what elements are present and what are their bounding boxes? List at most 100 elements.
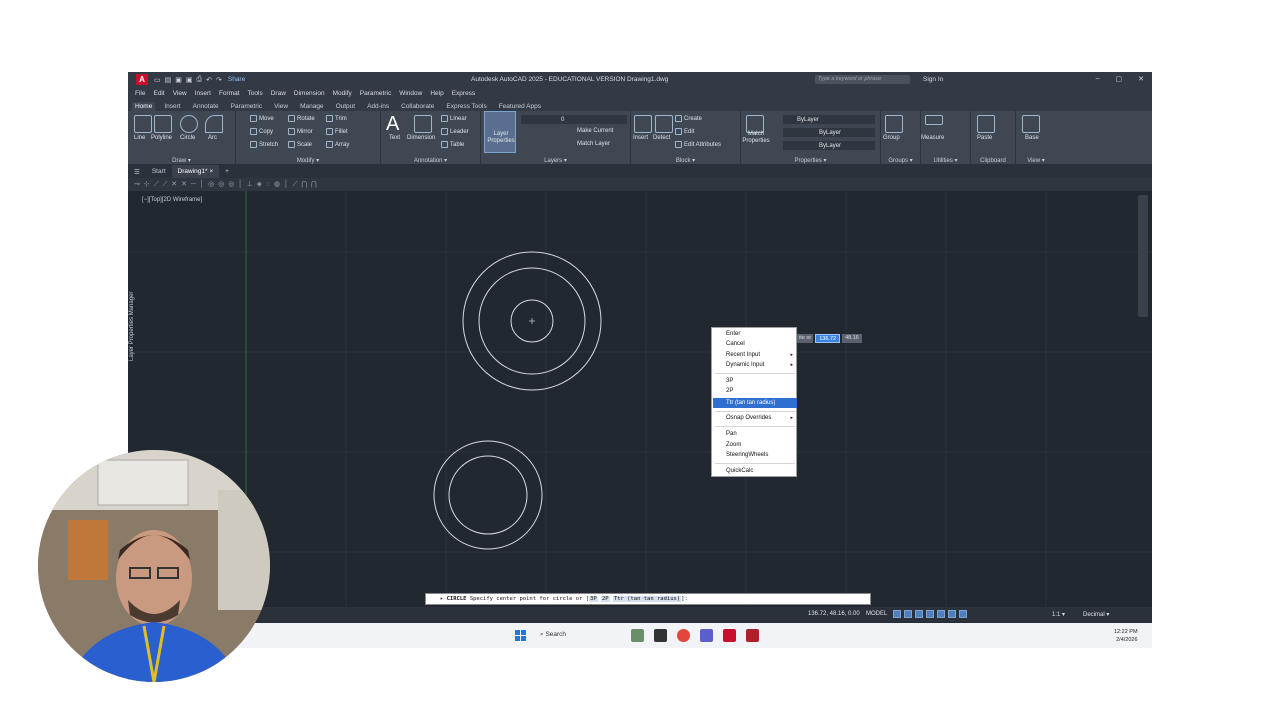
osnap-toggle-icon[interactable] [937,610,945,618]
sign-in-button[interactable]: Sign In [923,76,943,83]
polyline-icon[interactable] [154,115,172,133]
tab-manage[interactable]: Manage [297,102,327,111]
polyline-button[interactable]: Polyline [151,135,172,141]
draw-panel-title[interactable]: Draw ▾ [128,157,235,164]
command-line[interactable]: ▸ CIRCLE Specify center point for circle… [425,593,871,605]
menu-insert[interactable]: Insert [195,90,211,97]
ctx-3p[interactable]: 3P [726,378,733,384]
dimension-icon[interactable] [414,115,432,133]
layers-panel-title[interactable]: Layers ▾ [481,157,630,164]
menu-help[interactable]: Help [430,90,443,97]
hamburger-menu-icon[interactable]: ☰ [128,168,146,176]
autocad-logo-icon[interactable]: A [136,74,148,85]
trim-button[interactable]: Trim [326,115,347,122]
drawing1-tab[interactable]: Drawing1* × [171,165,220,178]
measure-button[interactable]: Measure [921,135,944,141]
tab-express-tools[interactable]: Express Tools [443,102,489,111]
menu-dimension[interactable]: Dimension [294,90,325,97]
array-button[interactable]: Array [326,141,349,148]
ctx-quickcalc[interactable]: QuickCalc [726,468,753,474]
move-button[interactable]: Move [250,115,274,122]
ctx-2p[interactable]: 2P [726,388,733,394]
tab-annotate[interactable]: Annotate [190,102,222,111]
modify-panel-title[interactable]: Modify ▾ [236,157,380,164]
ctx-ttr-selected[interactable]: Ttr (tan tan radius) [713,398,797,408]
properties-panel-title[interactable]: Properties ▾ [741,157,880,164]
menu-file[interactable]: File [135,90,145,97]
tab-home[interactable]: Home [132,102,156,111]
option-ttr[interactable]: Ttr (tan tan radius) [612,596,682,602]
ctx-enter[interactable]: Enter [726,331,740,337]
paste-button[interactable]: Paste [977,135,992,141]
undo-icon[interactable]: ↶ [206,76,212,84]
taskbar-search[interactable]: ⌕ Search [540,631,566,639]
annotation-panel-title[interactable]: Annotation ▾ [381,157,480,164]
stretch-button[interactable]: Stretch [250,141,278,148]
save-icon[interactable]: ▣ [175,76,182,84]
text-button[interactable]: Text [389,135,400,141]
menu-format[interactable]: Format [219,90,240,97]
circle-lower-inner[interactable] [448,455,528,535]
insert-block-button[interactable]: Insert [633,135,648,141]
edit-attributes-button[interactable]: Edit Attributes [675,141,721,148]
maximize-button[interactable]: ▢ [1116,75,1123,83]
menu-view[interactable]: View [173,90,187,97]
search-input[interactable]: Type a keyword or phrase [815,75,910,84]
paste-icon[interactable] [977,115,995,133]
group-icon[interactable] [885,115,903,133]
tab-view[interactable]: View [271,102,291,111]
table-button[interactable]: Table [441,141,464,148]
close-button[interactable]: ✕ [1138,75,1144,83]
arc-button[interactable]: Arc [208,135,217,141]
otrack-toggle-icon[interactable] [948,610,956,618]
menu-parametric[interactable]: Parametric [360,90,391,97]
tab-parametric[interactable]: Parametric [228,102,265,111]
mirror-button[interactable]: Mirror [288,128,313,135]
ctx-pan[interactable]: Pan [726,431,737,437]
match-layer-button[interactable]: Match Layer [577,141,610,147]
text-icon[interactable]: A [386,113,399,136]
navigation-bar[interactable] [1138,195,1148,317]
linetype-dropdown[interactable]: ByLayer [783,128,875,137]
insert-block-icon[interactable] [634,115,652,133]
redo-icon[interactable]: ↷ [216,76,222,84]
ctx-cancel[interactable]: Cancel [726,341,745,347]
autocad-alt-taskbar-icon[interactable] [746,629,759,642]
teams-icon[interactable] [700,629,713,642]
chrome-icon[interactable] [677,629,690,642]
arc-icon[interactable] [205,115,223,133]
menu-modify[interactable]: Modify [333,90,352,97]
tab-output[interactable]: Output [333,102,359,111]
menu-draw[interactable]: Draw [271,90,286,97]
ctx-recent-input[interactable]: Recent Input [726,352,760,358]
units-dropdown[interactable]: Decimal ▾ [1083,611,1109,618]
menu-edit[interactable]: Edit [153,90,164,97]
snap-toggle-icon[interactable] [904,610,912,618]
widgets-icon[interactable] [631,629,644,642]
share-button[interactable]: Share [228,76,245,83]
circle-button[interactable]: Circle [180,135,195,141]
group-button[interactable]: Group [883,135,900,141]
make-current-button[interactable]: Make Current [577,128,613,134]
new-tab-button[interactable]: + [219,168,235,175]
dynamic-input-x-field[interactable]: 136.72 [815,334,841,343]
tab-collaborate[interactable]: Collaborate [398,102,437,111]
line-button[interactable]: Line [134,135,145,141]
new-icon[interactable]: ▭ [154,76,161,84]
circle-lower-outer[interactable] [433,440,543,550]
grid-toggle-icon[interactable] [893,610,901,618]
start-tab[interactable]: Start [146,168,172,175]
ctx-steeringwheels[interactable]: SteeringWheels [726,452,768,458]
tab-insert[interactable]: Insert [161,102,183,111]
groups-panel-title[interactable]: Groups ▾ [881,157,920,164]
plot-icon[interactable]: ⎙ [197,76,203,84]
model-space-button[interactable]: MODEL [866,611,887,617]
view-panel-title[interactable]: View ▾ [1016,157,1056,164]
close-tab-icon[interactable]: × [209,168,213,175]
drawing-canvas[interactable] [128,191,1152,607]
color-dropdown[interactable]: ByLayer [783,115,875,124]
scale-button[interactable]: Scale [288,141,312,148]
edit-block-button[interactable]: Edit [675,128,694,135]
base-view-icon[interactable] [1022,115,1040,133]
lineweight-toggle-icon[interactable] [959,610,967,618]
